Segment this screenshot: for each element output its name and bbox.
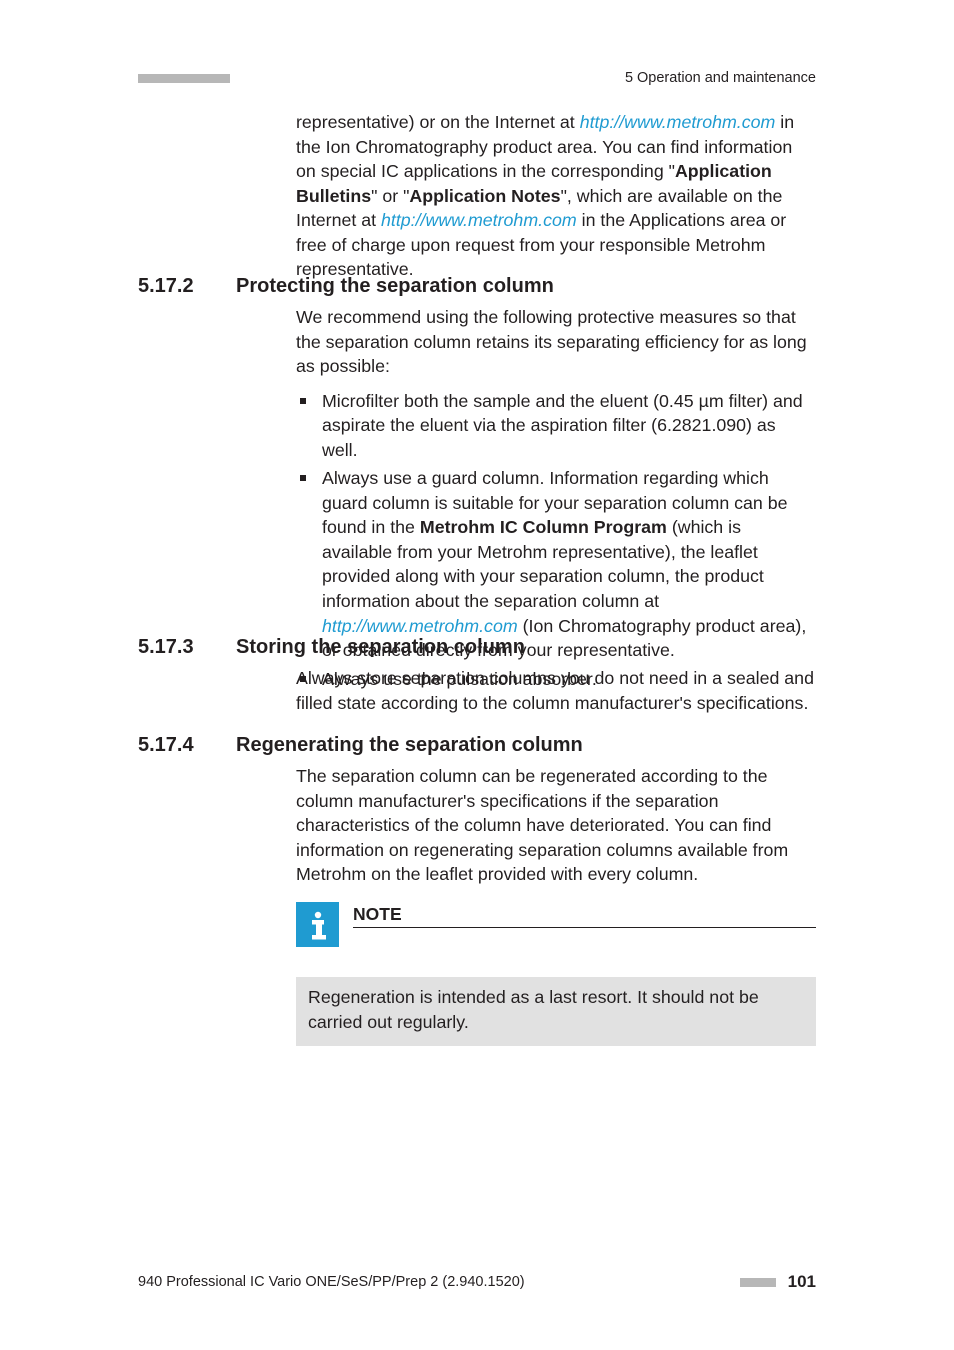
intro-bold-2: Application Notes	[409, 186, 560, 206]
intro-paragraph: representative) or on the Internet at ht…	[296, 110, 816, 282]
intro-link-2[interactable]: http://www.metrohm.com	[381, 210, 577, 230]
intro-link-1[interactable]: http://www.metrohm.com	[580, 112, 776, 132]
section-title: Storing the separation column	[236, 636, 525, 659]
header-decor-bars	[138, 74, 230, 83]
footer-decor-bars	[740, 1278, 776, 1287]
intro-text-1: representative) or on the Internet at	[296, 112, 580, 132]
section-5-17-2-p1: We recommend using the following protect…	[296, 305, 816, 379]
footer-page-number: 101	[788, 1272, 816, 1292]
section-number: 5.17.3	[138, 636, 210, 659]
section-heading-5-17-2: 5.17.2 Protecting the separation column	[138, 275, 816, 298]
section-heading-5-17-3: 5.17.3 Storing the separation column	[138, 636, 816, 659]
section-number: 5.17.2	[138, 275, 210, 298]
list-item: Microfilter both the sample and the elue…	[322, 389, 816, 463]
section-heading-5-17-4: 5.17.4 Regenerating the separation colum…	[138, 734, 816, 757]
page-footer: 940 Professional IC Vario ONE/SeS/PP/Pre…	[138, 1272, 816, 1292]
footer-doc-title: 940 Professional IC Vario ONE/SeS/PP/Pre…	[138, 1274, 525, 1290]
intro-text-3: " or "	[371, 186, 409, 206]
section-title: Regenerating the separation column	[236, 734, 583, 757]
note-body: Regeneration is intended as a last resor…	[296, 977, 816, 1046]
li2-bold: Metrohm IC Column Program	[420, 517, 667, 537]
li1-text: Microfilter both the sample and the elue…	[322, 391, 803, 460]
section-title: Protecting the separation column	[236, 275, 554, 298]
section-5-17-3-body: Always store separation columns you do n…	[296, 666, 816, 715]
section-5-17-4-body: The separation column can be regenerated…	[296, 764, 816, 887]
info-icon	[296, 902, 339, 947]
note-block: NOTE Regeneration is intended as a last …	[296, 902, 816, 1046]
section-number: 5.17.4	[138, 734, 210, 757]
page-header: 5 Operation and maintenance	[138, 68, 816, 88]
section-5-17-4-p1: The separation column can be regenerated…	[296, 764, 816, 887]
section-5-17-3-p1: Always store separation columns you do n…	[296, 666, 816, 715]
header-chapter-label: 5 Operation and maintenance	[625, 70, 816, 86]
list-item: Always use a guard column. Information r…	[322, 466, 816, 662]
note-title: NOTE	[353, 904, 816, 928]
li2-link[interactable]: http://www.metrohm.com	[322, 616, 518, 636]
